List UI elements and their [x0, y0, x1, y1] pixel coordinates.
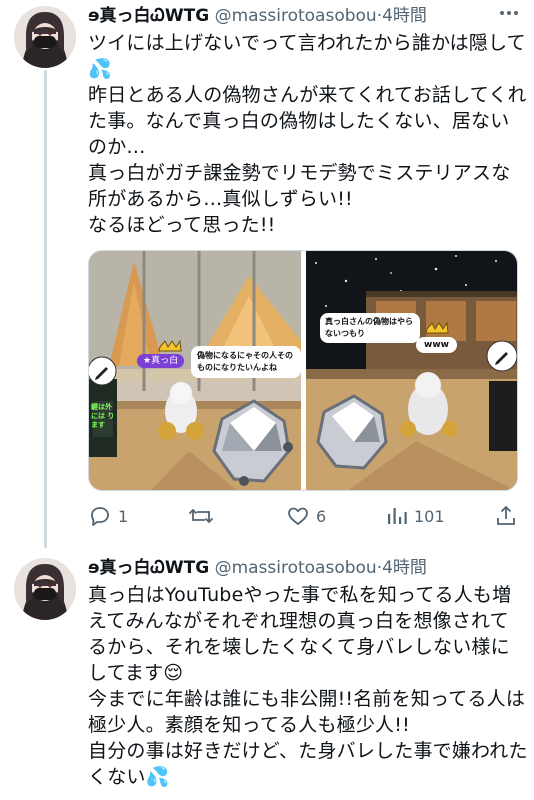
speech-bubble: 真っ白さんの偽物はやらないつもり — [320, 313, 420, 343]
user-handle[interactable]: @massirotoasobou — [215, 558, 377, 578]
tweet-header: ɘ真っ白ᏇWTG @massirotoasobou·4時間 — [88, 4, 524, 28]
share-button[interactable] — [494, 502, 518, 530]
timestamp[interactable]: 4時間 — [382, 6, 427, 26]
avatar[interactable] — [14, 6, 76, 68]
views-button[interactable]: 101 — [386, 502, 445, 530]
sign-text: 鍵は外には ります — [91, 403, 115, 429]
display-name[interactable]: ɘ真っ白ᏇWTG — [88, 558, 209, 578]
thread-connector-line — [44, 70, 47, 548]
media-image-right[interactable]: 真っ白さんの偽物はやらないつもり www — [306, 251, 517, 490]
more-icon[interactable] — [498, 2, 520, 29]
like-button[interactable]: 6 — [286, 502, 326, 530]
reply-button[interactable]: 1 — [88, 502, 128, 530]
retweet-icon — [188, 504, 214, 528]
retweet-button[interactable] — [188, 502, 220, 530]
tweet-header: ɘ真っ白ᏇWTG @massirotoasobou·4時間 — [88, 556, 524, 580]
tweet-text: ツイには上げないでって言われたから誰かは隠して💦 昨日とある人の偽物さんが来てく… — [88, 32, 527, 236]
user-handle[interactable]: @massirotoasobou — [215, 6, 377, 26]
share-icon — [494, 504, 518, 528]
action-bar: 1 6 101 — [88, 502, 524, 530]
avatar[interactable] — [14, 558, 76, 620]
speech-bubble: 偽物になるにゃその人そのものになりたいんよね — [191, 346, 301, 378]
nameplate-tag: www — [416, 337, 457, 353]
views-icon — [386, 504, 408, 528]
like-icon — [286, 504, 310, 528]
tweet-text: 真っ白はYouTubeやった事で私を知ってる人も増えてみんながそれぞれ理想の真っ… — [88, 584, 528, 788]
views-count: 101 — [414, 506, 445, 526]
reply-icon — [88, 504, 112, 528]
media-gallery[interactable]: ★真っ白 偽物になるにゃその人そのものになりたいんよね 鍵は外には ります 真っ… — [88, 250, 518, 491]
reply-count: 1 — [118, 506, 129, 526]
timestamp[interactable]: 4時間 — [382, 558, 427, 578]
nameplate-tag: ★真っ白 — [137, 354, 185, 368]
display-name[interactable]: ɘ真っ白ᏇWTG — [88, 6, 209, 26]
media-image-left[interactable]: ★真っ白 偽物になるにゃその人そのものになりたいんよね 鍵は外には ります — [89, 251, 301, 490]
like-count: 6 — [316, 506, 327, 526]
